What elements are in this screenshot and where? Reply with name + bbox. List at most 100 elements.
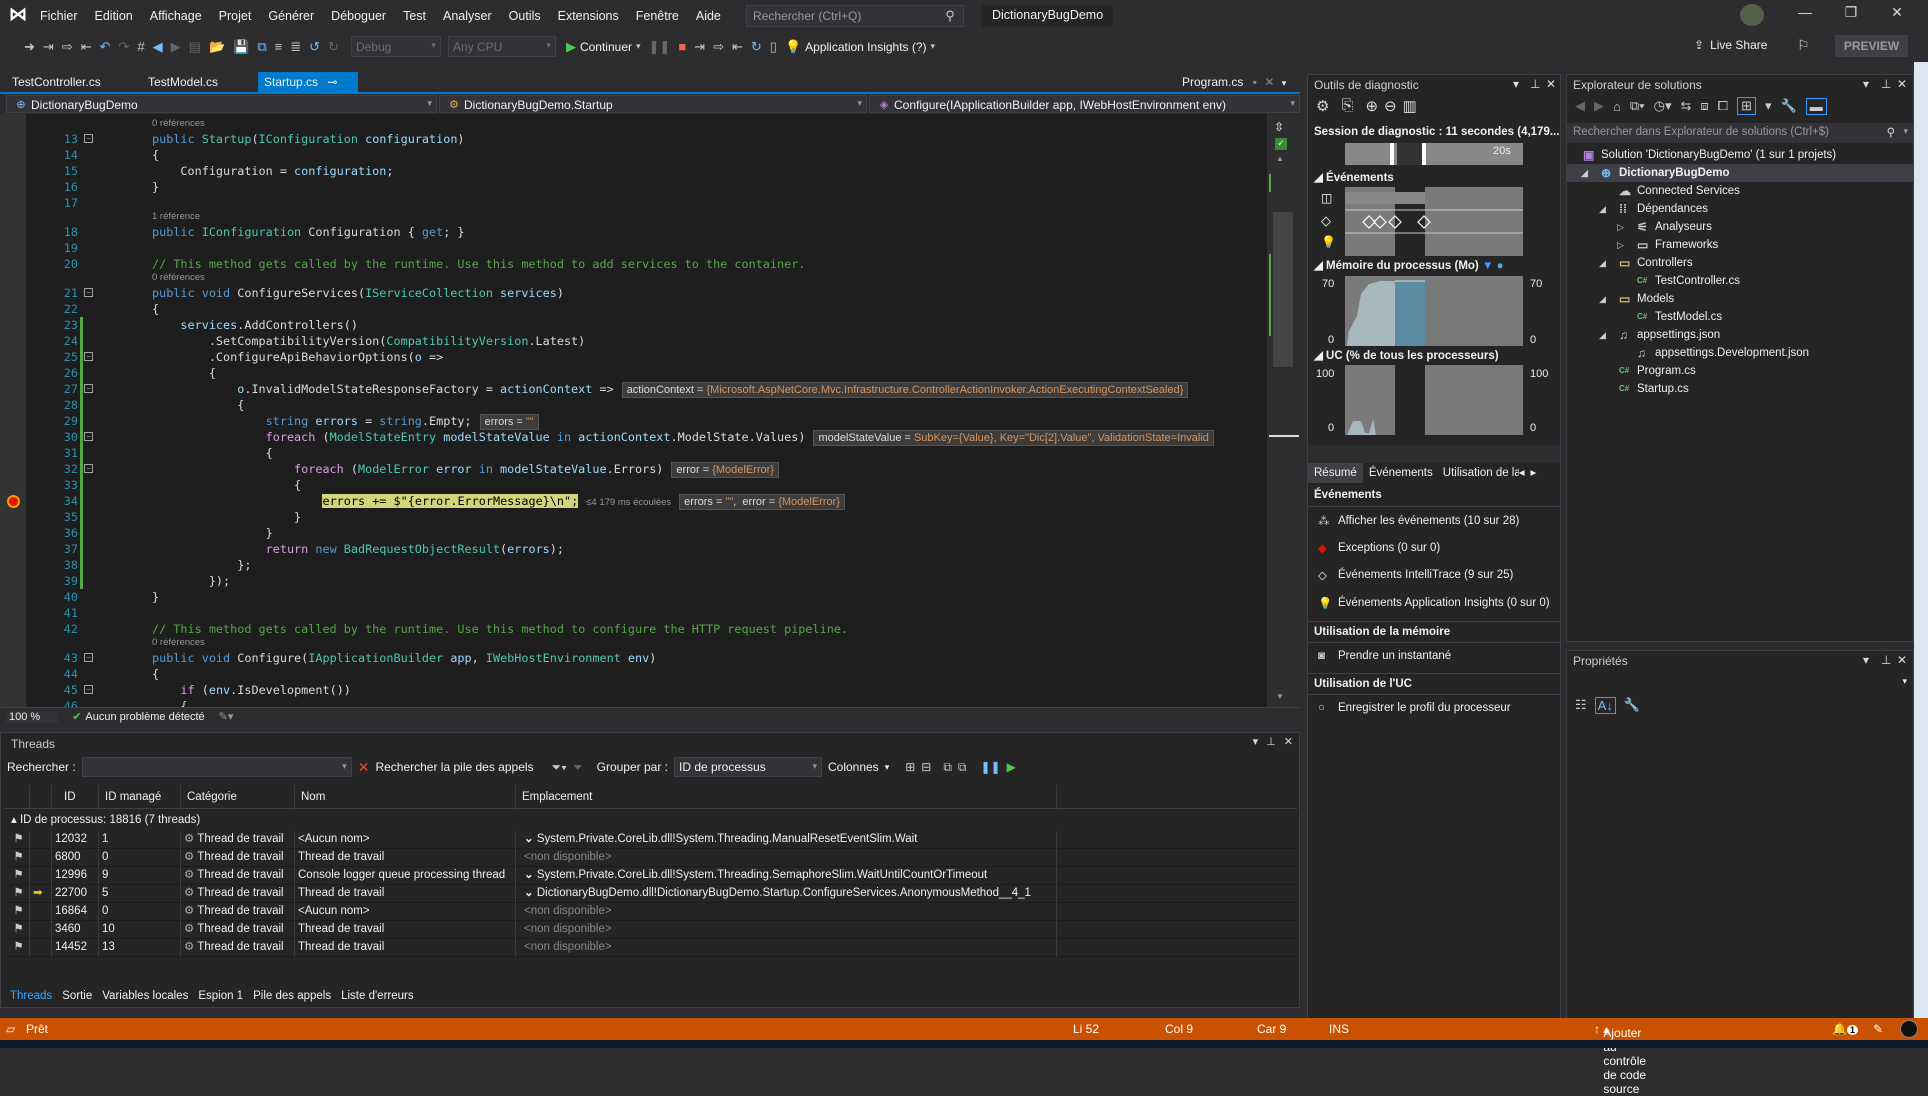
code-text[interactable]: public void Configure(IApplicationBuilde… <box>152 650 656 666</box>
thread-row[interactable]: ⚑ 14452 13 ⚙ Thread de travail Thread de tra… <box>5 939 1297 957</box>
column-header[interactable]: Catégorie <box>181 785 295 809</box>
cpu-graph[interactable] <box>1345 365 1523 435</box>
restore-icon[interactable]: ❐ <box>1836 4 1866 26</box>
window-dropdown-icon[interactable]: ▾ <box>1863 77 1869 91</box>
save-all-icon[interactable]: ⧉ <box>253 39 270 55</box>
expanded-arrow-icon[interactable]: ◢ <box>1599 200 1606 218</box>
bottom-tab-3[interactable]: Espion 1 <box>198 990 243 1008</box>
column-header[interactable]: Emplacement <box>516 785 1057 809</box>
continue-dropdown-icon[interactable]: ▾ <box>632 41 645 52</box>
collapse-groups-icon[interactable]: ⊟ <box>921 760 931 774</box>
code-text[interactable]: o.InvalidModelStateResponseFactory = act… <box>152 381 1189 398</box>
notifications-bell-icon[interactable]: 🔔 1 <box>1832 1022 1858 1036</box>
member-dropdown[interactable]: ◈ Configure(IApplicationBuilder app, IWeb… <box>869 95 1300 113</box>
group-by-select[interactable]: ID de processus <box>673 757 822 777</box>
thread-row[interactable]: ⚑ 16864 0 ⚙ Thread de travail <Aucun nom> <no… <box>5 903 1297 921</box>
process-group-row[interactable]: ▴ ID de processus: 18816 (7 threads) <box>5 809 1297 831</box>
code-text[interactable]: services.AddControllers() <box>152 317 358 333</box>
properties-wrench-icon[interactable]: 🔧 <box>1781 98 1797 114</box>
thread-row[interactable]: ⚑ 6800 0 ⚙ Thread de travail Thread de trava… <box>5 849 1297 867</box>
app-insights-dropdown-icon[interactable]: ▾ <box>927 41 940 52</box>
undo-icon-2[interactable]: ↺ <box>305 39 324 55</box>
code-text[interactable]: .ConfigureApiBehaviorOptions(o => <box>152 349 443 365</box>
flag-icon[interactable]: ⚑ <box>5 921 30 939</box>
live-share-button[interactable]: ⇪ Live Share <box>1694 38 1767 52</box>
events-graph[interactable] <box>1345 187 1523 256</box>
step-over-icon[interactable]: ⇨ <box>58 39 77 55</box>
fold-toggle-icon[interactable]: − <box>84 464 93 473</box>
zoom-out-icon[interactable]: ⊖ <box>1384 97 1397 115</box>
code-lens-references[interactable]: 1 référence <box>0 211 1267 224</box>
scroll-down-icon[interactable]: ▼ <box>1276 692 1284 701</box>
menu-2[interactable]: Affichage <box>150 9 202 23</box>
tree-item[interactable]: ◢ ⁞⁞ Dépendances <box>1567 200 1913 218</box>
code-lens-references[interactable]: 0 références <box>0 637 1267 650</box>
collapsed-arrow-icon[interactable]: ▷ <box>1617 218 1624 236</box>
alphabetical-icon[interactable]: A↓ <box>1594 697 1616 714</box>
tree-item[interactable]: C# TestController.cs <box>1567 272 1913 290</box>
chart-icon[interactable]: ▥ <box>1403 97 1417 115</box>
code-text[interactable]: { <box>152 147 159 163</box>
window-dropdown-icon[interactable]: ▾ <box>1253 735 1259 748</box>
code-text[interactable]: { <box>152 445 273 461</box>
zoom-in-icon[interactable]: ⊕ <box>1365 97 1378 115</box>
fold-toggle-icon[interactable]: − <box>84 685 93 694</box>
column-header[interactable]: ID managé <box>99 785 181 809</box>
status-insert-mode[interactable]: INS <box>1329 1022 1349 1036</box>
menu-9[interactable]: Extensions <box>558 9 619 23</box>
show-all-files-icon[interactable]: ⧠ <box>1718 98 1728 114</box>
column-header[interactable]: ID <box>52 785 99 809</box>
feedback-icon[interactable]: ⚐ <box>1797 37 1810 54</box>
tab-scroll-left-icon[interactable]: ◂ <box>1519 463 1525 483</box>
fold-toggle-icon[interactable]: − <box>84 653 93 662</box>
tree-item[interactable]: ▷ ▭ Frameworks <box>1567 236 1913 254</box>
close-icon[interactable]: ✕ <box>1897 77 1907 91</box>
code-text[interactable]: return new BadRequestObjectResult(errors… <box>152 541 564 557</box>
menu-3[interactable]: Projet <box>219 9 252 23</box>
tree-item[interactable]: ◢ ▭ Controllers <box>1567 254 1913 272</box>
columns-dropdown-icon[interactable]: ▾ <box>885 762 890 773</box>
zoom-level-select[interactable]: 100 % <box>6 710 59 723</box>
code-text[interactable]: public Startup(IConfiguration configurat… <box>152 131 465 147</box>
code-text[interactable]: foreach (ModelStateEntry modelStateValue… <box>152 429 1214 446</box>
perf-tip[interactable]: ≤4 179 ms écoulées <box>586 497 671 508</box>
expand-groups-icon[interactable]: ⊞ <box>905 760 915 774</box>
code-text[interactable]: if (env.IsDevelopment()) <box>152 682 351 698</box>
flag-icon[interactable]: ⚑ <box>5 849 30 867</box>
menu-6[interactable]: Test <box>403 9 426 23</box>
tree-item[interactable]: C# Program.cs <box>1567 362 1913 380</box>
tab-program-preview[interactable]: Program.cs ▪ ✕ ▾ <box>1176 72 1292 93</box>
tree-item[interactable]: ♫ appsettings.Development.json <box>1567 344 1913 362</box>
clear-search-icon[interactable]: ✕ <box>358 759 370 776</box>
menu-8[interactable]: Outils <box>509 9 541 23</box>
timeline-ruler[interactable]: 20s <box>1345 143 1523 165</box>
split-icon[interactable]: ⇳ <box>1274 120 1284 134</box>
pending-changes-icon[interactable]: ◷▾ <box>1654 98 1672 114</box>
fold-toggle-icon[interactable]: − <box>84 288 93 297</box>
window-dropdown-icon[interactable]: ▾ <box>1513 77 1519 91</box>
breakpoint-current-icon[interactable] <box>7 495 20 508</box>
tree-item[interactable]: ▷ ⚟ Analyseurs <box>1567 218 1913 236</box>
code-text[interactable]: .SetCompatibilityVersion(CompatibilityVe… <box>152 333 585 349</box>
inline-datatip[interactable]: errors = "" <box>479 414 539 430</box>
scroll-up-icon[interactable]: ▲ <box>1276 154 1284 163</box>
bottom-tab-2[interactable]: Variables locales <box>102 990 188 1008</box>
menu-10[interactable]: Fenêtre <box>636 9 679 23</box>
code-text[interactable]: // This method gets called by the runtim… <box>152 621 848 637</box>
pin-icon[interactable]: ⊥ <box>1881 653 1891 667</box>
navigate-forward-icon[interactable]: ▶ <box>167 39 185 55</box>
switch-views-icon[interactable]: ⧉▾ <box>1630 98 1645 114</box>
class-dropdown[interactable]: ⚙ DictionaryBugDemo.Startup <box>439 95 867 113</box>
pin-icon[interactable]: ⊥ <box>1881 77 1891 91</box>
tree-item[interactable]: ◢ ⊕ DictionaryBugDemo <box>1567 164 1913 182</box>
breakpoint-margin[interactable] <box>0 114 26 707</box>
presence-circle-icon[interactable] <box>1900 1020 1918 1038</box>
keep-open-icon[interactable]: ▪ <box>1253 75 1257 89</box>
tab-testcontroller[interactable]: TestController.cs <box>6 72 107 93</box>
comment-icon[interactable]: # <box>133 39 148 54</box>
thread-row[interactable]: ⚑ 12996 9 ⚙ Thread de travail Console logger… <box>5 867 1297 885</box>
find-in-files-icon[interactable]: ▯ <box>766 39 781 55</box>
close-icon[interactable]: ✕ <box>1897 653 1907 667</box>
code-text[interactable]: } <box>152 509 301 525</box>
code-text[interactable]: } <box>152 179 159 195</box>
